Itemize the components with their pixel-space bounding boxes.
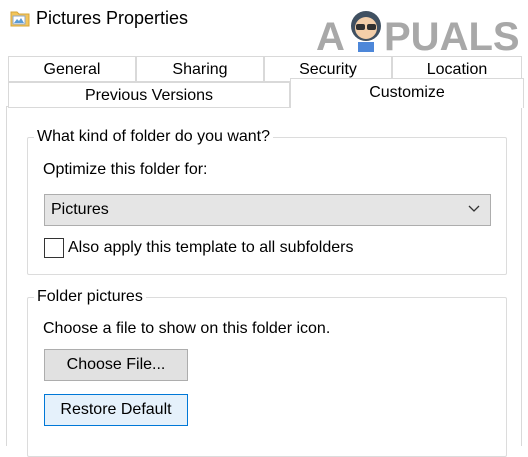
optimize-label: Optimize this folder for: (43, 161, 208, 178)
folder-pictures-group-title: Folder pictures (34, 287, 146, 307)
tab-general[interactable]: General (8, 56, 136, 82)
apply-subfolders-label[interactable]: Also apply this template to all subfolde… (68, 238, 353, 258)
apply-subfolders-checkbox[interactable] (44, 238, 64, 258)
tab-content-panel: What kind of folder do you want? Optimiz… (6, 106, 522, 457)
tab-previous-versions[interactable]: Previous Versions (8, 82, 290, 108)
folder-pictures-description: Choose a file to show on this folder ico… (43, 320, 331, 337)
tab-customize[interactable]: Customize (290, 78, 524, 108)
folder-type-group: What kind of folder do you want? Optimiz… (27, 127, 507, 275)
folder-type-group-title: What kind of folder do you want? (34, 127, 274, 147)
restore-default-button[interactable]: Restore Default (44, 394, 188, 426)
folder-pictures-icon (10, 11, 30, 27)
appuals-watermark-logo: A PUALS (316, 11, 520, 56)
window-title: Pictures Properties (36, 8, 189, 28)
folder-pictures-group: Folder pictures Choose a file to show on… (27, 287, 507, 457)
choose-file-button[interactable]: Choose File... (44, 349, 188, 381)
optimize-folder-select[interactable]: Pictures (44, 194, 491, 226)
svg-text:PUALS: PUALS (384, 15, 520, 56)
svg-text:A: A (316, 15, 345, 56)
tab-sharing[interactable]: Sharing (136, 56, 264, 82)
optimize-folder-selected-value: Pictures (51, 201, 109, 218)
chevron-down-icon (468, 205, 480, 212)
